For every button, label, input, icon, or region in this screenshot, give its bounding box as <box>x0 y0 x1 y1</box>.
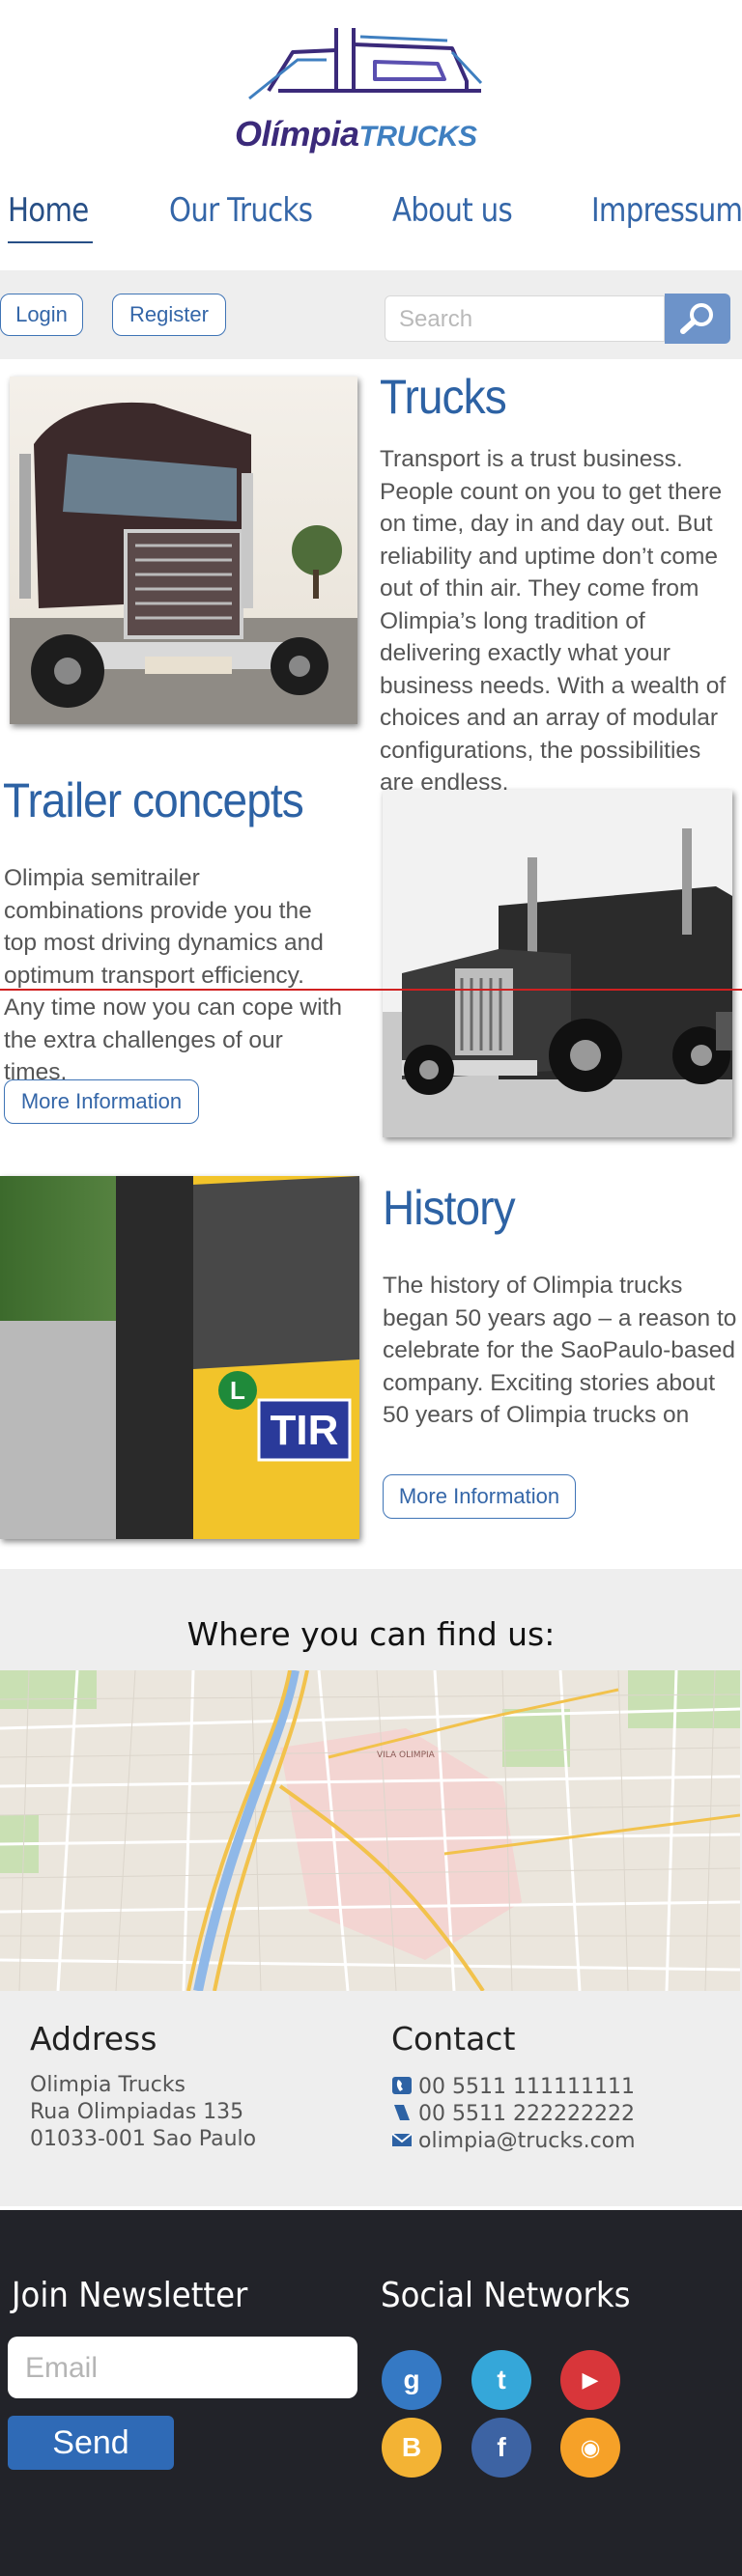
red-divider-line <box>0 989 742 991</box>
toolbar: Login Register Search <box>0 270 742 359</box>
social-heading: Social Networks <box>381 2276 631 2315</box>
main-nav: Home Our Trucks About us Impressum <box>0 191 742 249</box>
nav-impressum[interactable]: Impressum <box>591 191 742 230</box>
blogger-icon[interactable]: B <box>382 2418 442 2478</box>
address-line-3: 01033-001 Sao Paulo <box>30 2127 257 2151</box>
contact-phone-2[interactable]: 00 5511 222222222 <box>418 2102 635 2126</box>
nav-active-underline <box>8 241 93 243</box>
location-map[interactable]: VILA OLIMPIA <box>0 1670 740 1991</box>
trucks-text: Transport is a trust business. People co… <box>380 446 727 796</box>
brand-name-part1: Olímpia <box>235 114 359 154</box>
history-heading: History <box>383 1181 516 1235</box>
contact-phone-1[interactable]: 00 5511 111111111 <box>418 2075 635 2099</box>
trailer-photo <box>383 790 732 1137</box>
google-plus-icon[interactable]: g <box>382 2350 442 2410</box>
trucks-heading: Trucks <box>380 370 507 424</box>
contact-phone-2-row: 00 5511 222222222 <box>391 2101 635 2128</box>
newsletter-email-input[interactable]: Email <box>8 2337 357 2398</box>
history-text: The history of Olimpia trucks began 50 y… <box>383 1273 737 1428</box>
contact-heading: Contact <box>391 2020 516 2058</box>
envelope-icon <box>391 2133 413 2146</box>
brand-name-part2: TRUCKS <box>358 121 478 153</box>
address-heading: Address <box>30 2020 157 2058</box>
location-section: Where you can find us: VILA OLIMPIA Addr… <box>0 1569 742 2206</box>
mobile-phone-icon <box>394 2105 410 2120</box>
contact-phone-1-row: 00 5511 111111111 <box>391 2074 635 2101</box>
address-line-2: Rua Olimpiadas 135 <box>30 2100 244 2124</box>
newsletter-send-button[interactable]: Send <box>8 2416 174 2470</box>
search-icon <box>680 303 713 334</box>
search-button[interactable] <box>665 294 730 344</box>
email-placeholder: Email <box>25 2352 99 2384</box>
map-district-label: VILA OLIMPIA <box>377 1750 436 1760</box>
search-placeholder: Search <box>399 306 473 332</box>
history-photo: L TIR <box>0 1176 359 1539</box>
trailer-heading: Trailer concepts <box>3 773 304 827</box>
trailer-more-info-button[interactable]: More Information <box>4 1079 199 1124</box>
site-footer: Join Newsletter Email Send Social Networ… <box>0 2210 742 2576</box>
youtube-icon[interactable]: ▶ <box>560 2350 620 2410</box>
trailer-text: Olimpia semitrailer combinations provide… <box>4 865 342 1085</box>
trucks-photo <box>10 377 357 724</box>
location-heading: Where you can find us: <box>186 1615 556 1653</box>
address-line-1: Olimpia Trucks <box>30 2073 186 2097</box>
history-more-info-button[interactable]: More Information <box>383 1474 576 1519</box>
nav-about-us[interactable]: About us <box>392 191 513 230</box>
brand-logo[interactable]: OlímpiaTRUCKS <box>235 114 477 154</box>
rss-icon[interactable]: ◉ <box>560 2418 620 2478</box>
contact-email-row: olimpia@trucks.com <box>391 2128 636 2155</box>
site-header: OlímpiaTRUCKS <box>0 0 742 174</box>
search-input[interactable]: Search <box>385 295 665 342</box>
twitter-icon[interactable]: t <box>471 2350 531 2410</box>
newsletter-heading: Join Newsletter <box>12 2276 248 2315</box>
phone-icon <box>392 2077 412 2094</box>
history-photo-letter: L <box>230 1376 245 1405</box>
login-button[interactable]: Login <box>0 294 83 336</box>
register-button[interactable]: Register <box>112 294 226 336</box>
history-photo-badge: TIR <box>271 1407 339 1454</box>
nav-our-trucks[interactable]: Our Trucks <box>169 191 313 230</box>
contact-email[interactable]: olimpia@trucks.com <box>418 2129 636 2153</box>
nav-home[interactable]: Home <box>8 191 89 230</box>
facebook-icon[interactable]: f <box>471 2418 531 2478</box>
